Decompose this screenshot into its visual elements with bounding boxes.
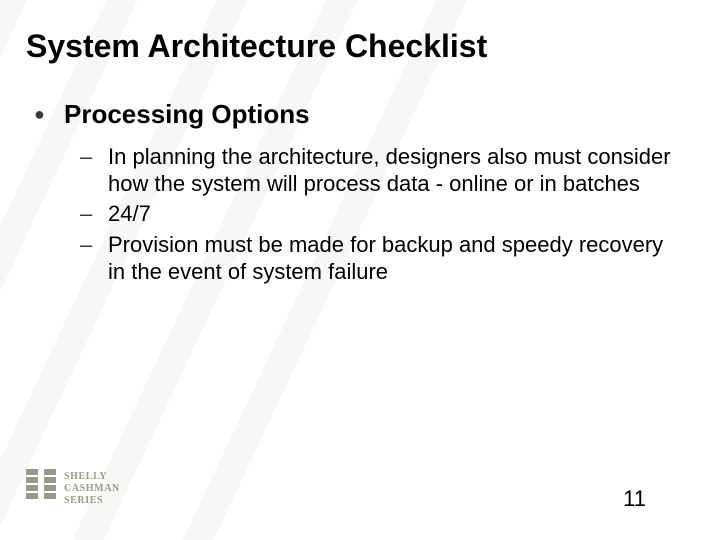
logo-line1: SHELLY <box>64 471 107 482</box>
publisher-logo: SHELLY CASHMAN SERIES <box>24 461 134 512</box>
sub-bullet-list: In planning the architecture, designers … <box>64 144 694 286</box>
bullet-list: Processing Options In planning the archi… <box>26 99 694 286</box>
slide-body: System Architecture Checklist Processing… <box>0 0 720 540</box>
sub-bullet: 24/7 <box>108 201 684 228</box>
bullet-main-text: Processing Options <box>64 99 310 129</box>
page-number: 11 <box>623 486 646 512</box>
logo-line3: SERIES <box>64 495 103 506</box>
slide-title: System Architecture Checklist <box>26 28 694 65</box>
sub-bullet: In planning the architecture, designers … <box>108 144 684 198</box>
logo-line2: CASHMAN <box>64 483 120 494</box>
sub-bullet: Provision must be made for backup and sp… <box>108 232 684 286</box>
bullet-main: Processing Options In planning the archi… <box>64 99 694 286</box>
